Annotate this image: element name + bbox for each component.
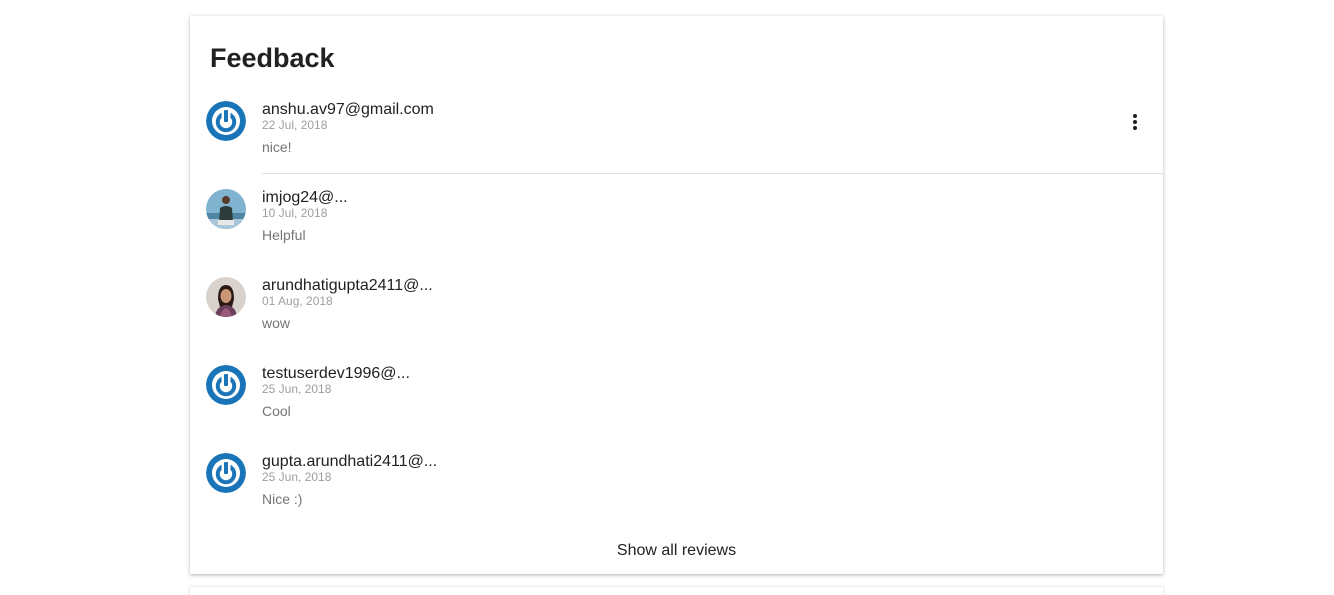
more-vert-icon [1133, 114, 1137, 118]
reviewer-name: testuserdev1996@... [262, 365, 410, 382]
reviewer-name: anshu.av97@gmail.com [262, 101, 434, 118]
review-item: testuserdev1996@... 25 Jun, 2018 Cool [206, 365, 1163, 445]
user-photo-icon [206, 277, 246, 317]
review-meta: gupta.arundhati2411@... 25 Jun, 2018 Nic… [262, 453, 437, 507]
feedback-card: Feedback anshu.av97@gmail.com 22 Jul, 20… [190, 16, 1163, 574]
avatar[interactable] [206, 453, 246, 493]
review-item: anshu.av97@gmail.com 22 Jul, 2018 nice! [206, 101, 1163, 181]
avatar[interactable] [206, 189, 246, 229]
divider [262, 173, 1163, 174]
user-photo-icon [206, 189, 246, 229]
review-date: 01 Aug, 2018 [262, 294, 333, 308]
reviewer-name: imjog24@... [262, 189, 348, 206]
review-comment: wow [262, 315, 291, 331]
review-meta: anshu.av97@gmail.com 22 Jul, 2018 nice! [262, 101, 434, 155]
review-date: 10 Jul, 2018 [262, 206, 328, 220]
feedback-title: Feedback [210, 43, 335, 73]
avatar[interactable] [206, 365, 246, 405]
review-meta: imjog24@... 10 Jul, 2018 Helpful [262, 189, 348, 243]
avatar[interactable] [206, 101, 246, 141]
review-date: 25 Jun, 2018 [262, 470, 332, 484]
power-logo-icon [206, 453, 246, 493]
review-item: gupta.arundhati2411@... 25 Jun, 2018 Nic… [206, 453, 1163, 533]
reviewer-name: arundhatigupta2411@... [262, 277, 433, 294]
power-logo-icon [206, 101, 246, 141]
next-card-edge [190, 587, 1163, 595]
avatar[interactable] [206, 277, 246, 317]
more-options-button[interactable] [1120, 110, 1150, 134]
review-comment: Nice :) [262, 491, 303, 507]
review-date: 22 Jul, 2018 [262, 118, 328, 132]
review-item: arundhatigupta2411@... 01 Aug, 2018 wow [206, 277, 1163, 357]
review-meta: testuserdev1996@... 25 Jun, 2018 Cool [262, 365, 410, 419]
review-comment: Helpful [262, 227, 306, 243]
reviewer-name: gupta.arundhati2411@... [262, 453, 438, 470]
review-comment: Cool [262, 403, 291, 419]
review-date: 25 Jun, 2018 [262, 382, 332, 396]
show-all-reviews-button[interactable]: Show all reviews [190, 541, 1163, 561]
review-comment: nice! [262, 139, 292, 155]
review-item: imjog24@... 10 Jul, 2018 Helpful [206, 189, 1163, 269]
review-meta: arundhatigupta2411@... 01 Aug, 2018 wow [262, 277, 433, 331]
power-logo-icon [206, 365, 246, 405]
